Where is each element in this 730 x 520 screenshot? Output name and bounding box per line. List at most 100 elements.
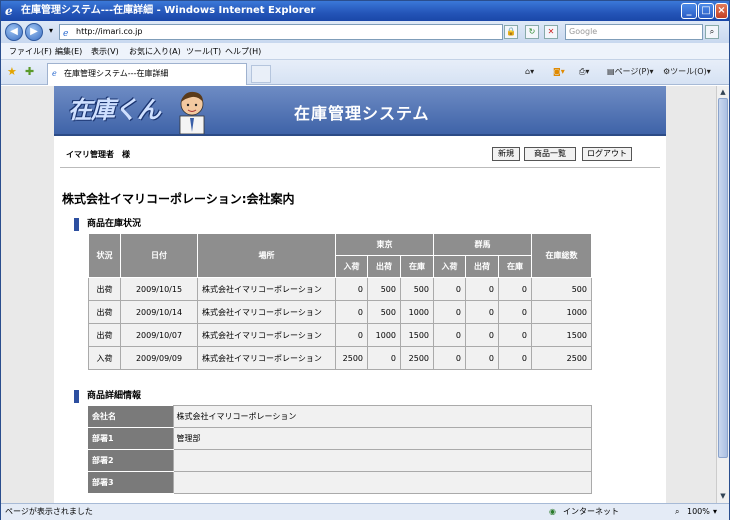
menu-bar: ファイル(F) 編集(E) 表示(V) お気に入り(A) ツール(T) ヘルプ(… <box>1 43 729 60</box>
scroll-up-icon[interactable]: ▲ <box>718 87 728 97</box>
stock-table: 状況 日付 場所 東京 群馬 在庫総数 入荷 出荷 在庫 入荷 出荷 在庫 出荷 <box>88 233 592 370</box>
col-tokyo-stock: 在庫 <box>400 255 434 278</box>
refresh-button[interactable]: ↻ <box>525 25 539 39</box>
cell-total: 2500 <box>531 346 592 370</box>
cell-gunma-stock: 0 <box>498 346 532 370</box>
col-tokyo-out: 出荷 <box>367 255 401 278</box>
detail-row: 部署1 管理部 <box>88 427 592 450</box>
cell-gunma-out: 0 <box>465 277 499 301</box>
menu-file[interactable]: ファイル(F) <box>9 45 52 58</box>
menu-edit[interactable]: 編集(E) <box>55 45 82 58</box>
scroll-thumb[interactable] <box>718 98 728 458</box>
table-row: 出荷 2009/10/07 株式会社イマリコーポレーション 0 1000 150… <box>88 323 592 347</box>
stop-button[interactable]: ✕ <box>544 25 558 39</box>
col-location: 場所 <box>197 233 336 278</box>
address-text: http://imari.co.jp <box>76 27 143 36</box>
print-icon[interactable]: ⎙▾ <box>579 65 589 79</box>
web-page: 在庫くん 在庫管理システム イマリ管理者 様 新規 商品一覧 ログアウト 株式会… <box>54 86 666 503</box>
cell-total: 500 <box>531 277 592 301</box>
table-row: 出荷 2009/10/15 株式会社イマリコーポレーション 0 500 500 … <box>88 277 592 301</box>
cell-gunma-out: 0 <box>465 346 499 370</box>
page-menu[interactable]: ▤ページ(P)▾ <box>607 65 653 79</box>
minimize-button[interactable]: _ <box>681 3 697 19</box>
cell-tokyo-in: 0 <box>335 277 368 301</box>
detail-value <box>172 471 592 494</box>
home-icon[interactable]: ⌂▾ <box>525 65 534 79</box>
system-title: 在庫管理システム <box>294 104 430 123</box>
stock-header-row: 状況 日付 場所 東京 群馬 在庫総数 <box>88 233 592 278</box>
header-divider <box>60 167 660 168</box>
cell-location: 株式会社イマリコーポレーション <box>197 323 336 347</box>
cell-gunma-in: 0 <box>433 323 466 347</box>
tools-menu[interactable]: ⚙ツール(O)▾ <box>663 65 711 79</box>
page-title: 株式会社イマリコーポレーション:会社案内 <box>62 192 295 206</box>
add-favorite-icon[interactable]: ✚ <box>25 65 34 78</box>
tab-label: 在庫管理システム---在庫詳細 <box>64 69 169 78</box>
detail-value <box>172 449 592 472</box>
detail-value: 株式会社イマリコーポレーション <box>172 405 592 428</box>
detail-label: 部署1 <box>88 427 173 450</box>
col-total: 在庫総数 <box>531 233 592 278</box>
new-tab-button[interactable] <box>251 65 271 83</box>
detail-label: 会社名 <box>88 405 173 428</box>
back-button[interactable]: ◀ <box>5 23 23 41</box>
cell-tokyo-in: 0 <box>335 300 368 324</box>
detail-label: 部署2 <box>88 449 173 472</box>
col-gunma-stock: 在庫 <box>498 255 532 278</box>
menu-tools[interactable]: ツール(T) <box>186 45 221 58</box>
search-icon[interactable]: ⌕ <box>705 25 719 39</box>
menu-help[interactable]: ヘルプ(H) <box>225 45 261 58</box>
col-gunma-in: 入荷 <box>433 255 466 278</box>
history-dropdown-icon[interactable]: ▾ <box>44 25 58 39</box>
detail-value: 管理部 <box>172 427 592 450</box>
cell-gunma-in: 0 <box>433 277 466 301</box>
col-tokyo: 東京 <box>335 233 434 256</box>
cell-tokyo-out: 500 <box>367 300 401 324</box>
zoom-icon[interactable]: ⌕ <box>675 504 679 520</box>
new-button[interactable]: 新規 <box>492 147 520 161</box>
cell-gunma-stock: 0 <box>498 277 532 301</box>
maximize-button[interactable]: □ <box>698 3 714 19</box>
title-bar: e 在庫管理システム---在庫詳細 - Windows Internet Exp… <box>1 1 729 21</box>
close-button[interactable]: × <box>715 3 728 19</box>
col-gunma-out: 出荷 <box>465 255 499 278</box>
menu-view[interactable]: 表示(V) <box>91 45 119 58</box>
cell-status: 出荷 <box>88 300 121 324</box>
logout-button[interactable]: ログアウト <box>582 147 632 161</box>
product-list-button[interactable]: 商品一覧 <box>524 147 576 161</box>
vertical-scrollbar[interactable]: ▲ ▼ <box>716 86 729 503</box>
address-bar-row: ◀ ▶ ▾ e http://imari.co.jp 🔒 ↻ ✕ Google … <box>1 21 729 43</box>
cell-tokyo-stock: 500 <box>400 277 434 301</box>
zone-text: インターネット <box>563 507 619 516</box>
col-gunma: 群馬 <box>433 233 532 256</box>
cell-status: 出荷 <box>88 277 121 301</box>
cell-date: 2009/10/14 <box>120 300 198 324</box>
tab-current[interactable]: e 在庫管理システム---在庫詳細 <box>47 63 247 85</box>
cell-gunma-out: 0 <box>465 323 499 347</box>
col-status: 状況 <box>88 233 121 278</box>
stock-section-title: 商品在庫状況 <box>74 218 141 231</box>
favorites-star-icon[interactable]: ★ <box>7 65 17 78</box>
cell-location: 株式会社イマリコーポレーション <box>197 346 336 370</box>
scroll-down-icon[interactable]: ▼ <box>718 491 728 501</box>
address-input[interactable]: e http://imari.co.jp <box>59 24 503 40</box>
col-tokyo-in: 入荷 <box>335 255 368 278</box>
forward-button[interactable]: ▶ <box>25 23 43 41</box>
cell-date: 2009/10/07 <box>120 323 198 347</box>
detail-section-title: 商品詳細情報 <box>74 390 141 403</box>
mascot-avatar <box>179 91 205 134</box>
tab-page-icon: e <box>52 69 57 78</box>
zoom-dropdown-icon[interactable]: ▾ <box>713 504 717 520</box>
cell-location: 株式会社イマリコーポレーション <box>197 300 336 324</box>
tools-menu-label: ツール(O) <box>670 67 707 76</box>
cell-gunma-out: 0 <box>465 300 499 324</box>
feeds-icon[interactable]: ◙▾ <box>553 65 565 79</box>
window-title: 在庫管理システム---在庫詳細 - Windows Internet Explo… <box>21 5 316 16</box>
zoom-level[interactable]: 100% <box>687 504 710 520</box>
cell-tokyo-stock: 2500 <box>400 346 434 370</box>
cell-total: 1500 <box>531 323 592 347</box>
search-input[interactable]: Google <box>565 24 703 40</box>
cell-gunma-stock: 0 <box>498 300 532 324</box>
menu-favorites[interactable]: お気に入り(A) <box>129 45 181 58</box>
cell-tokyo-in: 0 <box>335 323 368 347</box>
